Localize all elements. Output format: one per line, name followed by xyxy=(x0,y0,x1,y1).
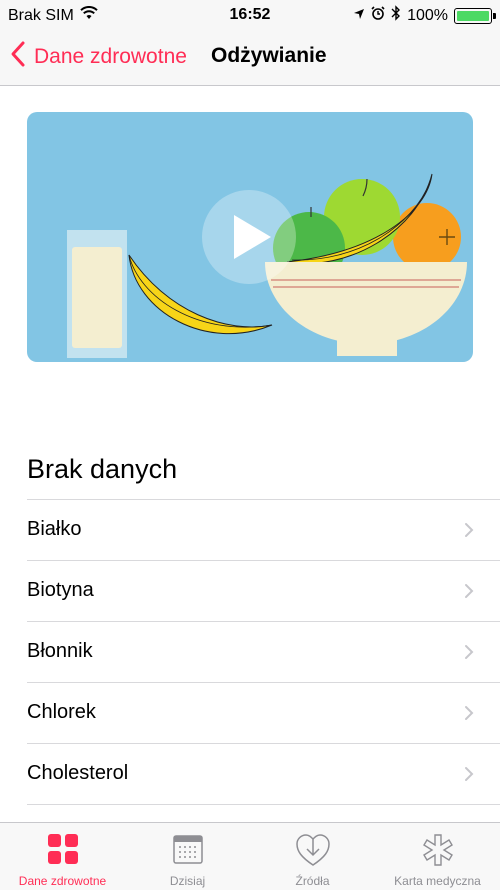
navigation-bar: Dane zdrowotne Odżywianie xyxy=(0,30,500,86)
list-item-label: Chlorek xyxy=(27,701,96,723)
tab-label: Dane zdrowotne xyxy=(18,874,107,888)
battery-icon xyxy=(454,7,496,24)
list-item-cholesterol[interactable]: Cholesterol xyxy=(27,743,500,805)
list-item-label: Błonnik xyxy=(27,640,93,662)
list-item-label: Białko xyxy=(27,518,82,540)
chevron-right-icon xyxy=(464,583,474,604)
tab-bar: Dane zdrowotne Dzisiaj Źródła Karta medy… xyxy=(0,822,500,890)
calendar-icon xyxy=(172,833,204,870)
nutrition-video[interactable] xyxy=(27,112,473,362)
list-item-chlorek[interactable]: Chlorek xyxy=(27,682,500,743)
list-item-label: Cholesterol xyxy=(27,762,129,784)
bluetooth-icon xyxy=(391,5,401,26)
chevron-right-icon xyxy=(464,644,474,665)
fruit-illustration xyxy=(67,173,467,358)
status-right: 100% xyxy=(353,5,496,26)
alarm-clock-icon xyxy=(371,6,385,25)
status-bar: Brak SIM 16:52 100% xyxy=(0,0,500,30)
chevron-right-icon xyxy=(464,522,474,543)
list-item-biotyna[interactable]: Biotyna xyxy=(27,560,500,621)
page-title: Odżywianie xyxy=(211,44,327,67)
asterisk-icon xyxy=(421,833,455,872)
back-button-label: Dane zdrowotne xyxy=(34,45,187,68)
tab-dane-zdrowotne[interactable]: Dane zdrowotne xyxy=(0,823,125,890)
list-item-bialko[interactable]: Białko xyxy=(27,499,500,560)
list-item-label: Biotyna xyxy=(27,579,94,601)
tab-label: Dzisiaj xyxy=(169,874,206,888)
back-button[interactable]: Dane zdrowotne xyxy=(10,40,187,74)
download-heart-icon xyxy=(295,833,331,872)
section-title: Brak danych xyxy=(27,454,178,484)
tab-dzisiaj[interactable]: Dzisiaj xyxy=(125,823,250,890)
tab-karta-medyczna[interactable]: Karta medyczna xyxy=(375,823,500,890)
chevron-left-icon xyxy=(10,40,26,74)
list-item-blonnik[interactable]: Błonnik xyxy=(27,621,500,682)
tab-label: Źródła xyxy=(295,874,330,888)
tab-zrodla[interactable]: Źródła xyxy=(250,823,375,890)
nutrient-list: Białko Biotyna Błonnik Chlorek Cholester… xyxy=(27,499,500,805)
tab-label: Karta medyczna xyxy=(394,874,481,888)
chevron-right-icon xyxy=(464,766,474,787)
battery-percent: 100% xyxy=(407,6,448,24)
location-arrow-icon xyxy=(353,7,365,25)
grid-icon xyxy=(47,833,79,870)
chevron-right-icon xyxy=(464,705,474,726)
